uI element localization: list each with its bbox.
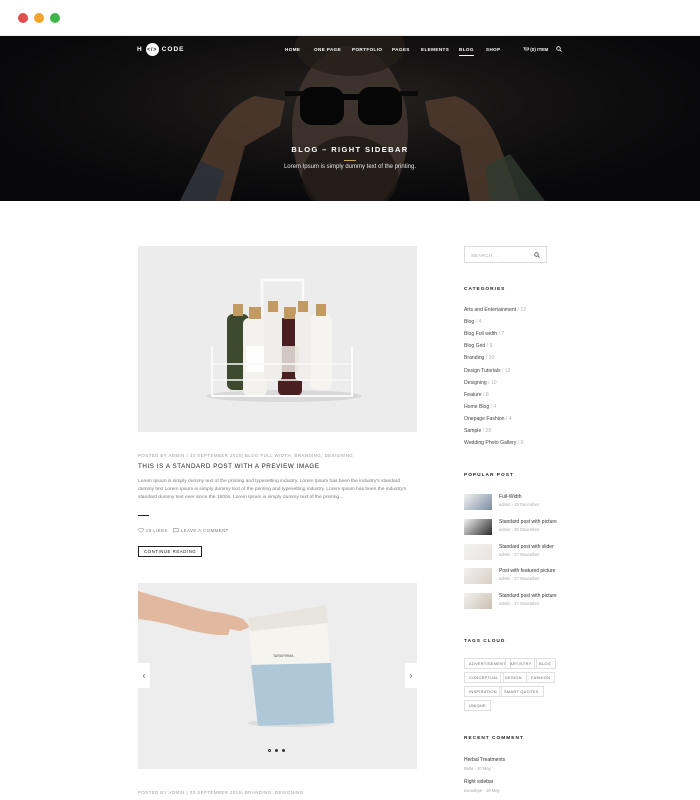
slider-pagination bbox=[268, 749, 285, 752]
slider-dot[interactable] bbox=[275, 749, 278, 752]
tag-item[interactable]: SMART QUOTES bbox=[499, 686, 544, 697]
post-separator bbox=[138, 515, 149, 516]
popular-post-heading: POPULAR POST bbox=[464, 473, 514, 478]
nav-item-elements[interactable]: ELEMENTS bbox=[421, 47, 449, 52]
tag-item[interactable]: BLOG bbox=[534, 658, 557, 669]
tag-item[interactable]: ARTISTRY bbox=[505, 658, 537, 669]
tag-item[interactable]: UNIQUE bbox=[464, 700, 491, 711]
continue-reading-button[interactable]: CONTINUE READING bbox=[138, 546, 203, 557]
cart-icon bbox=[523, 46, 530, 51]
post-meta: POSTED BY ADMIN | 23 SEPTEMBER 2015| BRA… bbox=[138, 790, 304, 795]
close-window-dot[interactable] bbox=[18, 13, 28, 23]
category-item[interactable]: Blog Full width / 7 bbox=[464, 331, 504, 337]
popular-post-title[interactable]: Standard post with picture bbox=[499, 593, 557, 599]
comment-link[interactable]: LEAVE A COMMENT bbox=[173, 528, 229, 534]
cart-link[interactable]: (0) ITEM bbox=[523, 46, 548, 52]
category-item[interactable]: Sample / 28 bbox=[464, 428, 491, 434]
hand-with-box-photo: TARAFIRMA bbox=[138, 583, 417, 769]
post-slider: TARAFIRMA bbox=[138, 583, 417, 769]
recent-comment-meta: exoushpe - 18 May bbox=[464, 788, 500, 793]
top-navigation: H </> CODE HOME ONE PAGE PORTFOLIO PAGES… bbox=[0, 36, 700, 64]
category-item[interactable]: Blog Grid / 9 bbox=[464, 343, 492, 349]
recent-comment-heading: RECENT COMMENT bbox=[464, 736, 524, 741]
category-item[interactable]: Feature / 8 bbox=[464, 392, 489, 398]
site-logo[interactable]: H </> CODE bbox=[137, 43, 184, 56]
popular-post-title[interactable]: Full-Width bbox=[499, 494, 522, 500]
popular-post-title[interactable]: Post with featured picture bbox=[499, 568, 555, 574]
logo-mark: </> bbox=[145, 43, 159, 56]
search-input[interactable]: SEARCH... bbox=[471, 253, 498, 258]
recent-comment-title[interactable]: Herbal Treatments bbox=[464, 757, 505, 763]
category-item[interactable]: Wedding Photo Gallery / 9 bbox=[464, 440, 523, 446]
page-title: BLOG – RIGHT SIDEBAR bbox=[291, 145, 409, 154]
category-item[interactable]: Designing / 10 bbox=[464, 380, 497, 386]
page-subtitle: Lorem Ipsum is simply dummy text of the … bbox=[283, 164, 417, 170]
nav-item-portfolio[interactable]: PORTFOLIO bbox=[352, 47, 382, 52]
tags-heading: TAGS CLOUD bbox=[464, 639, 506, 644]
categories-heading: CATEGORIES bbox=[464, 287, 506, 292]
nav-item-one-page[interactable]: ONE PAGE bbox=[314, 47, 341, 52]
popular-post-thumbnail[interactable] bbox=[464, 593, 492, 610]
post-preview-image[interactable] bbox=[138, 246, 417, 432]
popular-post-thumbnail[interactable] bbox=[464, 494, 492, 510]
recent-comment-meta: Bella - 10 May bbox=[464, 766, 491, 771]
tag-item[interactable]: CONCEPTUAL bbox=[464, 672, 504, 683]
popular-post-date: admin - 27 November bbox=[499, 551, 540, 557]
popular-post-thumbnail[interactable] bbox=[464, 518, 492, 535]
popular-post-thumbnail[interactable] bbox=[464, 568, 492, 585]
hero-banner: H </> CODE HOME ONE PAGE PORTFOLIO PAGES… bbox=[0, 36, 700, 201]
popular-post-date: admin - 27 November bbox=[499, 601, 540, 607]
category-item[interactable]: Branding / 10 bbox=[464, 355, 494, 361]
category-item[interactable]: Onepage Fashion / 4 bbox=[464, 416, 512, 422]
comment-icon bbox=[173, 528, 179, 534]
category-item[interactable]: Arts and Entertainment / 12 bbox=[464, 307, 526, 313]
popular-post-title[interactable]: Standard post with slider bbox=[499, 544, 554, 550]
tag-item[interactable]: INSPIRATION bbox=[464, 686, 502, 697]
popular-post-date: admin - 27 November bbox=[499, 576, 540, 582]
bottles-photo bbox=[138, 246, 417, 432]
nav-item-home[interactable]: HOME bbox=[285, 47, 300, 52]
category-item[interactable]: Home Blog / 4 bbox=[464, 404, 496, 410]
likes-link[interactable]: 18 LIKES bbox=[138, 528, 168, 533]
maximize-window-dot[interactable] bbox=[50, 13, 60, 23]
category-item[interactable]: Blog / 4 bbox=[464, 319, 481, 325]
minimize-window-dot[interactable] bbox=[34, 13, 44, 23]
slider-prev-button[interactable]: ‹ bbox=[138, 663, 150, 688]
popular-post-thumbnail[interactable] bbox=[464, 543, 492, 560]
heart-icon bbox=[138, 528, 144, 533]
tag-item[interactable]: FASHION bbox=[526, 672, 556, 683]
slider-dot[interactable] bbox=[282, 749, 285, 752]
hero-accent-line bbox=[344, 160, 356, 161]
slider-next-button[interactable]: › bbox=[405, 663, 417, 688]
nav-item-blog[interactable]: BLOG bbox=[459, 47, 474, 56]
popular-post-date: admin - 30 December bbox=[499, 526, 540, 532]
sidebar-search[interactable]: SEARCH... bbox=[464, 246, 547, 263]
popular-post-date: admin - 10 December bbox=[499, 502, 540, 507]
svg-text:TARAFIRMA: TARAFIRMA bbox=[273, 654, 294, 658]
category-item[interactable]: Design Tutorials / 12 bbox=[464, 368, 510, 374]
popular-post-title[interactable]: Standard post with picture bbox=[499, 519, 557, 525]
search-icon[interactable] bbox=[556, 46, 562, 52]
slider-dot[interactable] bbox=[268, 749, 271, 752]
recent-comment-title[interactable]: Right sidebar bbox=[464, 779, 493, 785]
post-excerpt: Lorem Ipsum is simply dummy text of the … bbox=[138, 479, 407, 501]
post-meta: POSTED BY ADMIN | 23 SEPTEMBER 2015| BLO… bbox=[138, 453, 354, 458]
browser-chrome bbox=[0, 0, 700, 36]
tag-item[interactable]: ADVERTISEMENT bbox=[464, 658, 511, 669]
search-icon[interactable] bbox=[534, 252, 540, 258]
nav-item-pages[interactable]: PAGES bbox=[392, 47, 410, 52]
post-title[interactable]: THIS IS A STANDARD POST WITH A PREVIEW I… bbox=[138, 463, 320, 470]
nav-item-shop[interactable]: SHOP bbox=[486, 47, 501, 52]
tag-item[interactable]: DESIGN bbox=[500, 672, 527, 683]
